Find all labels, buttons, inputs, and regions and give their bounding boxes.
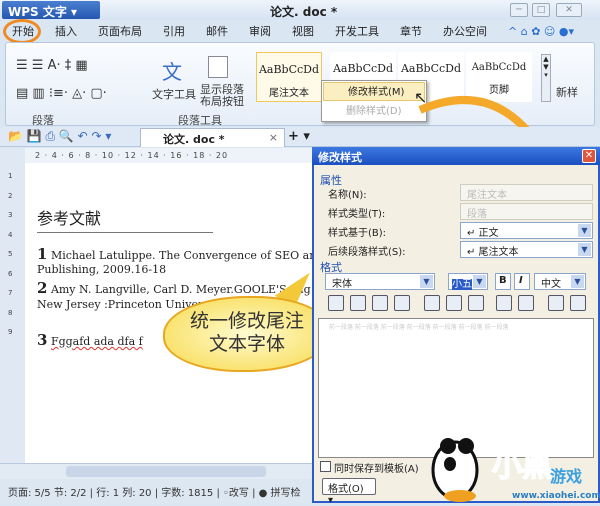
language-select[interactable]: 中文 ▼ <box>534 273 586 290</box>
type-select[interactable]: 段落 <box>460 203 593 220</box>
text-tools-icon: 文 <box>162 60 182 84</box>
reference-1-line2: Publishing, 2009.16-18 <box>37 263 167 276</box>
tab-developer[interactable]: 开发工具 <box>335 23 379 39</box>
svg-text:游戏: 游戏 <box>550 467 582 486</box>
maximize-button[interactable]: □ <box>532 3 550 17</box>
status-bar: 页面: 5/5 节: 2/2 | 行: 1 列: 20 | 字数: 1815 |… <box>0 479 312 503</box>
close-tab-icon[interactable]: × <box>269 131 278 144</box>
format-button[interactable]: 格式(O) ▾ <box>322 478 376 506</box>
dialog-title: 修改样式 <box>312 147 600 165</box>
close-button[interactable]: ✕ <box>556 3 582 17</box>
chevron-down-icon: ▼ <box>571 275 584 288</box>
align-right-button[interactable] <box>372 295 388 311</box>
reference-1: 1 Michael Latulippe. The Convergence of … <box>37 245 315 263</box>
align-center-button[interactable] <box>350 295 366 311</box>
line-spacing-single-button[interactable] <box>424 295 440 311</box>
bold-button[interactable]: B <box>495 273 511 290</box>
space-before-button[interactable] <box>496 295 512 311</box>
decrease-indent-button[interactable] <box>548 295 564 311</box>
based-on-label: 样式基于(B): <box>328 228 387 239</box>
minimize-button[interactable]: ─ <box>510 3 528 17</box>
wps-menu-button[interactable]: WPS 文字 ▾ <box>2 1 100 19</box>
app-name: WPS 文字 <box>8 5 67 19</box>
tab-references[interactable]: 引用 <box>163 23 185 39</box>
horizontal-ruler[interactable]: 2 · 4 · 6 · 8 · 10 · 12 · 14 · 16 · 18 ·… <box>25 148 315 163</box>
show-para-icon <box>208 56 228 78</box>
chevron-down-icon: ▼ <box>578 224 591 237</box>
name-input[interactable]: 尾注文本 <box>460 184 593 201</box>
menu-bar: 开始 插入 页面布局 引用 邮件 审阅 视图 开发工具 章节 办公空间 ^ ⌂ … <box>0 20 600 42</box>
next-style-select[interactable]: ↵ 尾注文本 ▼ <box>460 241 593 258</box>
window-title: 论文. doc * <box>270 5 338 19</box>
heading-rule <box>37 232 213 233</box>
size-select[interactable]: 小五 ▼ <box>448 273 488 290</box>
tab-view[interactable]: 视图 <box>292 23 314 39</box>
tab-chapter[interactable]: 章节 <box>400 23 422 39</box>
font-select[interactable]: 宋体 ▼ <box>325 273 435 290</box>
line-spacing-double-button[interactable] <box>468 295 484 311</box>
horizontal-scrollbar[interactable] <box>0 463 312 479</box>
highlight-ring <box>3 19 41 44</box>
justify-button[interactable] <box>394 295 410 311</box>
group-label-para-tools: 段落工具 <box>178 114 222 127</box>
based-on-select[interactable]: ↵ 正文 ▼ <box>460 222 593 239</box>
tab-office-space[interactable]: 办公空间 <box>443 23 487 39</box>
save-template-checkbox[interactable] <box>320 461 331 472</box>
tab-mail[interactable]: 邮件 <box>206 23 228 39</box>
chevron-down-icon: ▼ <box>420 275 433 288</box>
reference-3: 3 Fggafd ada dfa f <box>37 331 143 349</box>
chevron-down-icon: ▼ <box>578 243 591 256</box>
tab-insert[interactable]: 插入 <box>55 23 77 39</box>
document-tab[interactable]: 论文. doc * × <box>140 128 285 147</box>
increase-indent-button[interactable] <box>570 295 586 311</box>
group-label-paragraph: 段落 <box>32 114 54 127</box>
chevron-down-icon: ▼ <box>473 275 486 288</box>
svg-text:www.xiaohei.com: www.xiaohei.com <box>512 491 600 501</box>
space-after-button[interactable] <box>518 295 534 311</box>
show-para-button[interactable]: 显示段落 布局按钮 <box>200 84 244 108</box>
indent-icons[interactable]: ☰ ☰ A· ‡ ▦ <box>16 58 88 73</box>
callout-bubble: 统一修改尾注 文本字体 <box>163 296 331 372</box>
dialog-close-button[interactable]: ✕ <box>582 149 596 163</box>
next-style-label: 后续段落样式(S): <box>328 247 406 258</box>
italic-button[interactable]: I <box>514 273 530 290</box>
save-template-label: 同时保存到模板(A) <box>334 464 419 475</box>
vertical-ruler[interactable]: 123456789 <box>0 148 25 463</box>
svg-text:小黑: 小黑 <box>492 449 552 484</box>
help-icon[interactable]: ^ ⌂ ✿ ☺ ●▾ <box>508 25 574 38</box>
style-endnote-text[interactable]: AaBbCcDd 尾注文本 <box>256 52 322 102</box>
align-left-button[interactable] <box>328 295 344 311</box>
tab-layout[interactable]: 页面布局 <box>98 23 142 39</box>
quick-access-icons[interactable]: 📂 💾 ⎙ 🔍 ↶ ↷ ▾ <box>8 129 111 144</box>
name-label: 名称(N): <box>328 190 367 201</box>
tab-review[interactable]: 审阅 <box>249 23 271 39</box>
xiaohei-watermark-logo: 小黑 游戏 www.xiaohei.com <box>420 432 600 503</box>
reference-2: 2 Amy N. Langville, Carl D. Meyer.GOOLE'… <box>37 279 311 297</box>
paragraph-icons[interactable]: ▤ ▥ ⁝≡· ◬· ▢· <box>16 86 107 101</box>
type-label: 样式类型(T): <box>328 209 386 220</box>
text-tools-button[interactable]: 文字工具 <box>152 86 196 102</box>
references-heading: 参考文献 <box>37 209 102 228</box>
scroll-thumb[interactable] <box>66 466 266 477</box>
line-spacing-15-button[interactable] <box>446 295 462 311</box>
new-tab-button[interactable]: + ▾ <box>288 129 310 144</box>
